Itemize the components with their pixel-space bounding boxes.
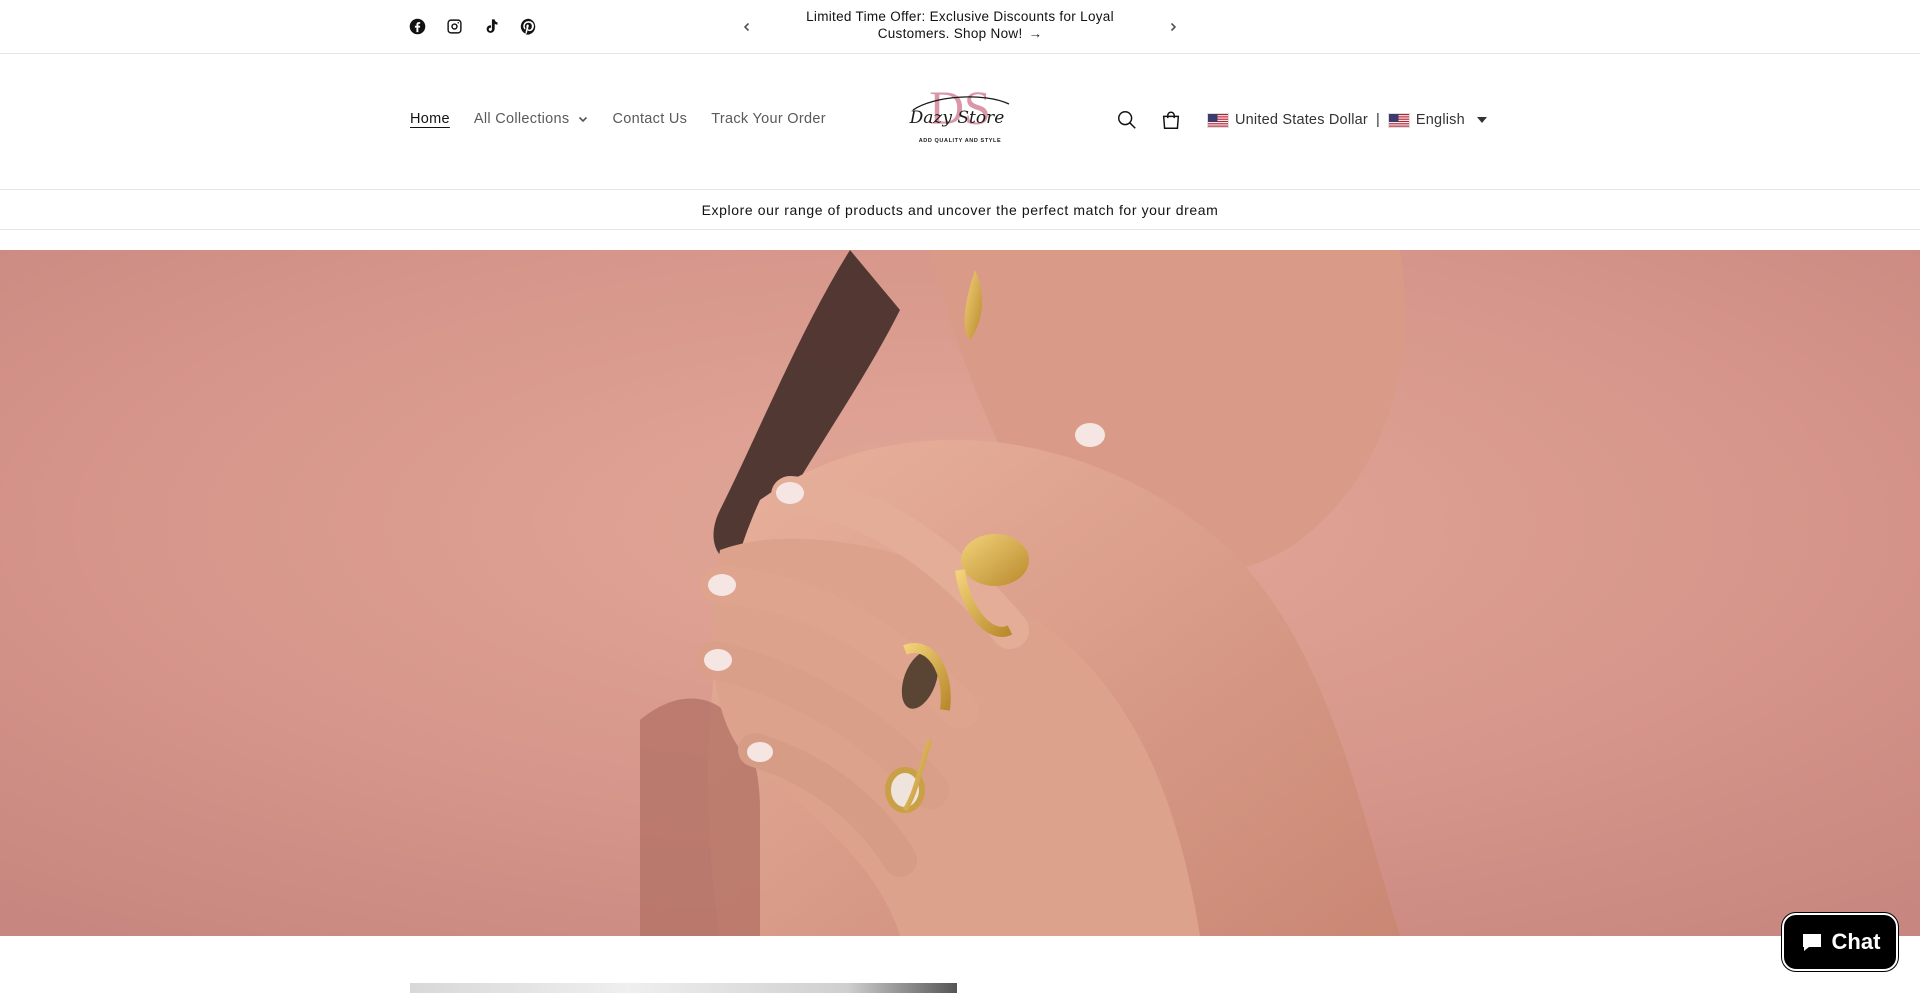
cart-icon [1162, 111, 1180, 129]
nav-all-collections-label: All Collections [473, 111, 570, 127]
chevron-right-icon [1170, 22, 1177, 32]
announcement-link[interactable]: Limited Time Offer: Exclusive Discounts … [790, 8, 1130, 42]
announcement-prev-button[interactable] [736, 16, 758, 38]
nav-all-collections[interactable]: All Collections [474, 111, 589, 127]
us-flag-icon [1387, 112, 1410, 128]
tiktok-icon[interactable] [481, 16, 501, 36]
nav-contact-us[interactable]: Contact Us [612, 111, 687, 127]
chevron-down-icon [579, 116, 588, 123]
language-label: English [1415, 112, 1465, 128]
search-button[interactable] [1116, 109, 1142, 135]
nav-track-order[interactable]: Track Your Order [711, 111, 826, 127]
hero-image[interactable] [0, 250, 1920, 936]
announcement-text: Limited Time Offer: Exclusive Discounts … [806, 9, 1114, 41]
announcement-bar: Limited Time Offer: Exclusive Discounts … [0, 0, 1920, 54]
announcement-next-button[interactable] [1162, 16, 1184, 38]
next-section-image [410, 983, 957, 993]
chevron-left-icon [743, 22, 750, 32]
store-logo[interactable]: DS Dazy Store ADD QUALITY AND STYLE [895, 80, 1025, 152]
us-flag-icon [1207, 112, 1229, 128]
search-icon [1118, 111, 1136, 129]
arrow-right-icon: → [1028, 26, 1043, 41]
pinterest-icon[interactable] [518, 16, 538, 36]
nav-home[interactable]: Home [410, 111, 450, 127]
logo-tagline: ADD QUALITY AND STYLE [919, 138, 1002, 144]
tagline-banner: Explore our range of products and uncove… [0, 191, 1920, 230]
social-links [407, 16, 538, 36]
caret-down-icon [1476, 117, 1487, 123]
chat-bubble-icon [1802, 934, 1821, 951]
logo-script: Dazy Store [909, 108, 1005, 128]
facebook-icon[interactable] [407, 16, 427, 36]
main-nav: Home All Collections Contact Us Track Yo… [410, 111, 850, 127]
cart-button[interactable] [1160, 109, 1186, 135]
currency-label: United States Dollar [1235, 112, 1368, 128]
chat-button[interactable]: Chat [1782, 913, 1898, 971]
hero-photo [0, 250, 1920, 936]
logo-mark: DS Dazy Store ADD QUALITY AND STYLE [909, 82, 1010, 144]
locale-selector[interactable]: United States Dollar | English [1207, 112, 1487, 128]
locale-separator: | [1375, 112, 1380, 128]
instagram-icon[interactable] [444, 16, 464, 36]
site-header: Home All Collections Contact Us Track Yo… [0, 54, 1920, 190]
chat-label: Chat [1831, 929, 1881, 954]
